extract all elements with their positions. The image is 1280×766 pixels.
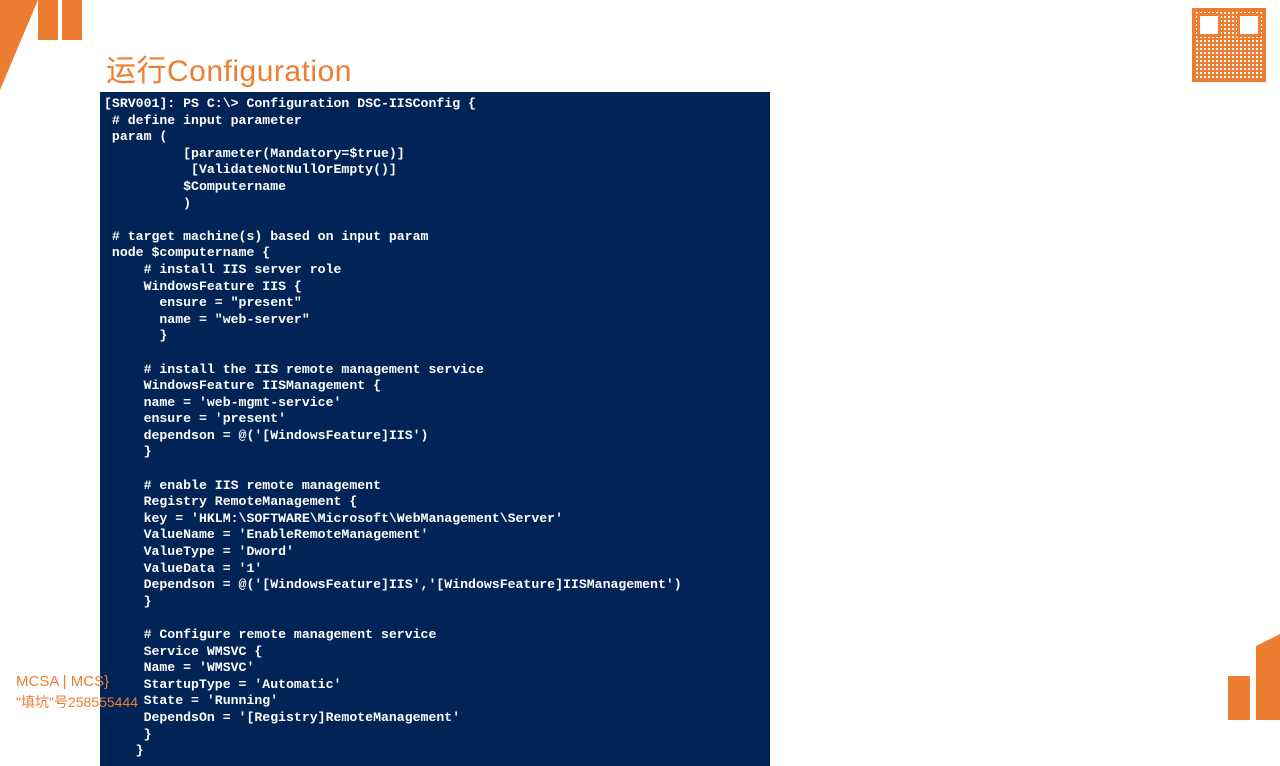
decoration-bar (1228, 676, 1250, 720)
decoration-bar (38, 0, 58, 40)
decoration-top-left (0, 0, 90, 60)
powershell-console: [SRV001]: PS C:\> Configuration DSC-IISC… (100, 92, 770, 766)
decoration-bar (62, 0, 82, 40)
footer: MCSA | MCS} "填坑"号258555444 (16, 672, 138, 712)
decoration-triangle (0, 0, 38, 90)
decoration-bar (1256, 646, 1280, 720)
footer-line1: MCSA | MCS} (16, 672, 138, 692)
qr-code (1192, 8, 1266, 82)
footer-line2: "填坑"号258555444 (16, 692, 138, 712)
slide-title: 运行Configuration (106, 46, 352, 90)
